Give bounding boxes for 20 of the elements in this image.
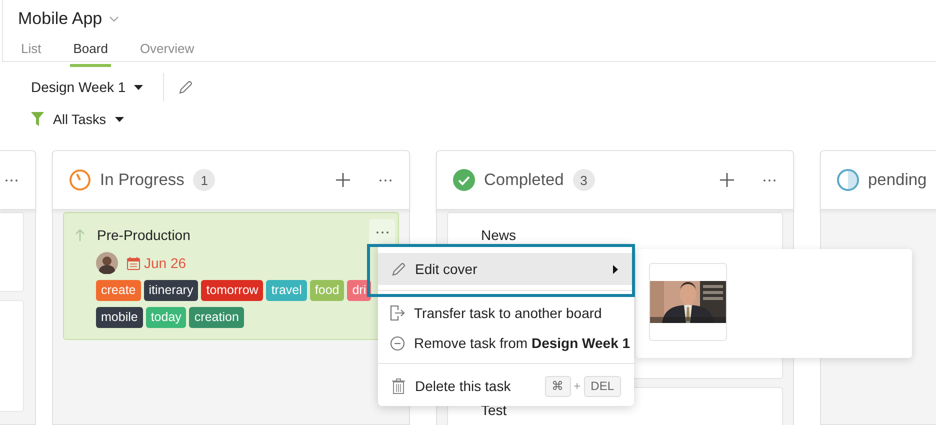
count-badge: 3	[572, 169, 595, 191]
column-title: Completed	[484, 170, 564, 190]
card-title: News	[481, 227, 516, 243]
project-title: Mobile App	[18, 9, 102, 29]
tag-label: tomorrow	[201, 280, 264, 301]
tag-label: creation	[189, 307, 244, 328]
card-title: Test	[481, 402, 507, 418]
key-cap: DEL	[584, 376, 621, 396]
tag-label: food	[310, 280, 344, 301]
tag-label: mobile	[96, 307, 143, 328]
tag-label: create	[96, 280, 141, 301]
card-title: Pre-Production	[97, 227, 190, 243]
column-title: pending	[868, 170, 927, 190]
tag-label: today	[146, 307, 186, 328]
key-cap: ⌘	[544, 376, 571, 396]
tag-label: travel	[266, 280, 307, 301]
due-date: Jun 26	[144, 255, 186, 271]
count-badge: 1	[193, 169, 216, 191]
column-title: In Progress	[100, 170, 184, 190]
tag-label: itinerary	[144, 280, 198, 301]
